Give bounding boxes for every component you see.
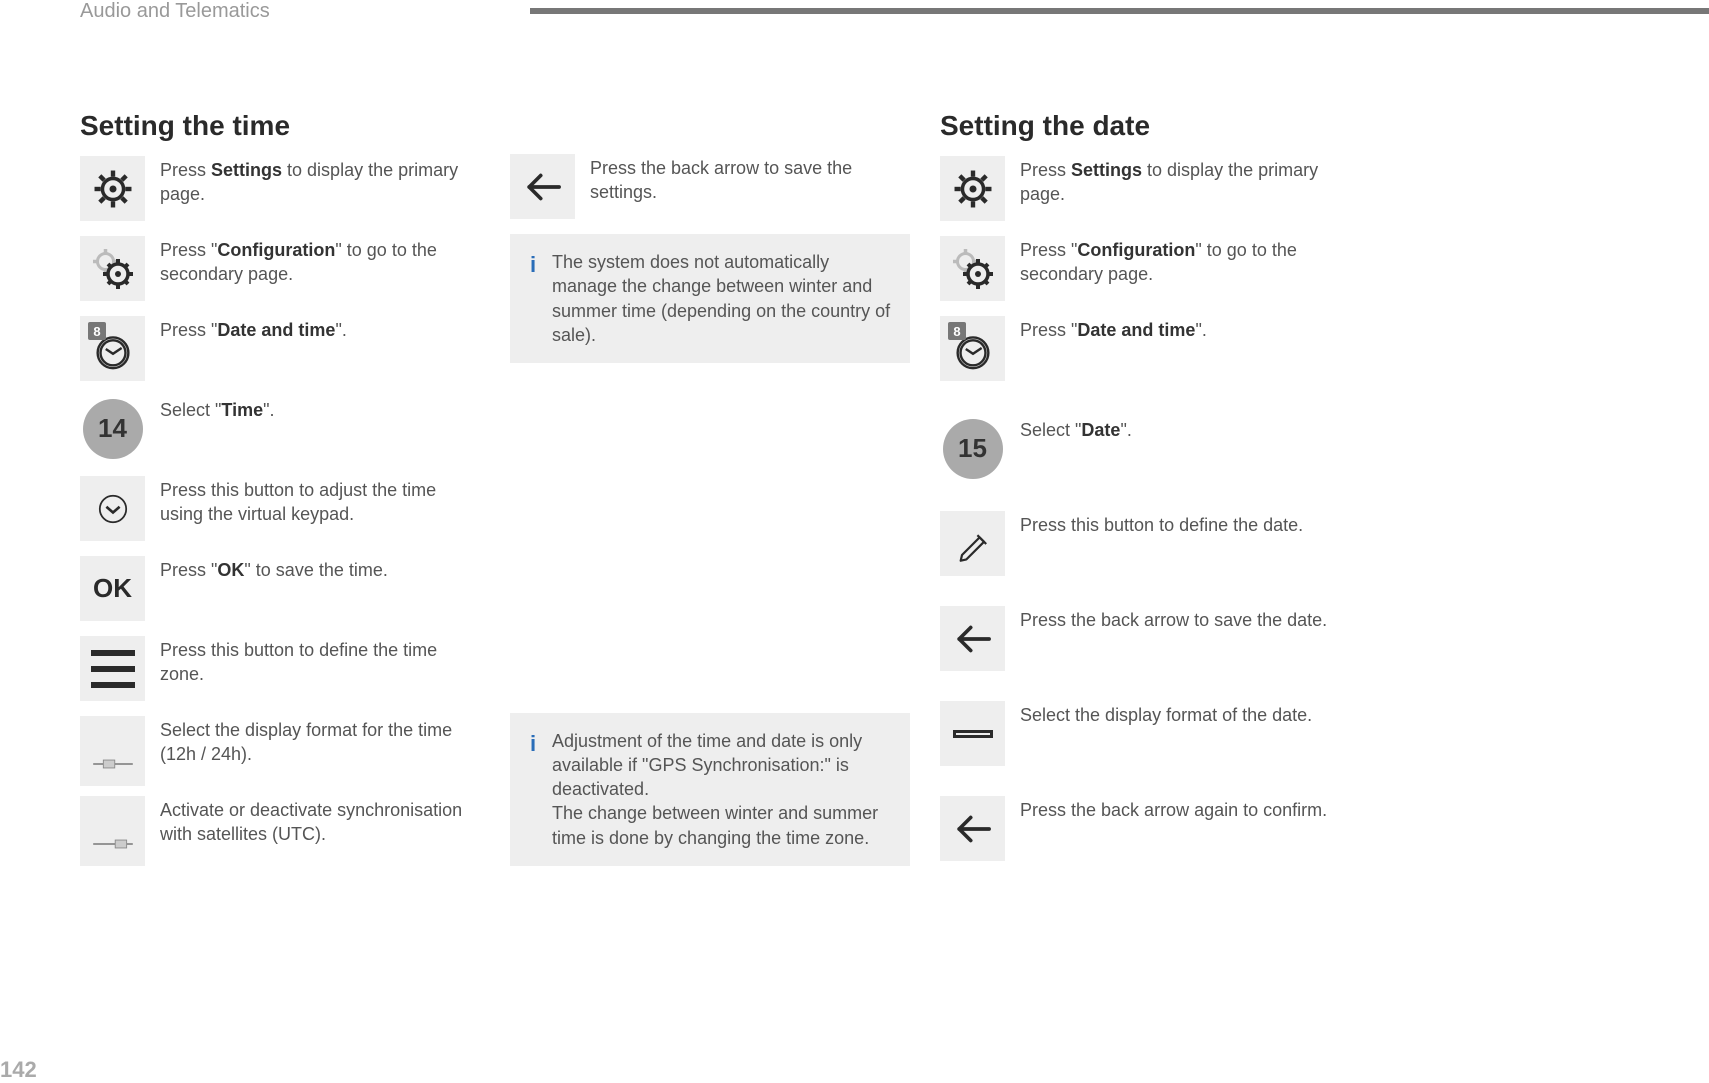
- step: Select the display format for the time (…: [80, 716, 480, 786]
- step-text: Activate or deactivate synchronisation w…: [160, 796, 480, 847]
- col-middle: Press the back arrow to save the setting…: [510, 110, 910, 876]
- step: Activate or deactivate synchronisation w…: [80, 796, 480, 866]
- badge-8: 8: [88, 322, 106, 340]
- configuration-icon: [940, 236, 1005, 301]
- info-icon: i: [528, 250, 538, 347]
- badge-8: 8: [948, 322, 966, 340]
- round-number: 14: [83, 399, 143, 459]
- step-text: Press Settings to display the primary pa…: [160, 156, 480, 207]
- step-number-icon: 15: [940, 416, 1005, 481]
- step: 14 Select "Time".: [80, 396, 480, 466]
- page: Audio and Telematics 142 Setting the tim…: [0, 0, 1709, 1083]
- step-number-icon: 14: [80, 396, 145, 461]
- step: Press this button to adjust the time usi…: [80, 476, 480, 546]
- back-arrow-icon: [940, 606, 1005, 671]
- step-text: Press this button to define the time zon…: [160, 636, 480, 687]
- ok-label: OK: [93, 573, 132, 604]
- step-text: Select the display format of the date.: [1020, 701, 1340, 727]
- format-icon: [940, 701, 1005, 766]
- step: Press this button to define the time zon…: [80, 636, 480, 706]
- back-arrow-icon: [510, 154, 575, 219]
- header-title: Audio and Telematics: [80, 0, 270, 23]
- step-text: Select the display format for the time (…: [160, 716, 480, 767]
- heading-time: Setting the time: [80, 110, 480, 142]
- step: 8 Press "Date and time".: [80, 316, 480, 386]
- step-text: Press "Date and time".: [160, 316, 480, 342]
- step: Press the back arrow to save the setting…: [510, 154, 910, 224]
- date-time-icon: 8: [940, 316, 1005, 381]
- note-text: The system does not automatically manage…: [552, 250, 892, 347]
- step: Press the back arrow to save the date.: [940, 606, 1340, 691]
- timezone-icon: [80, 636, 145, 701]
- pencil-icon: [940, 511, 1005, 576]
- step: OK Press "OK" to save the time.: [80, 556, 480, 626]
- ok-icon: OK: [80, 556, 145, 621]
- round-number: 15: [943, 419, 1003, 479]
- stack-lines-icon: [91, 636, 135, 701]
- step-text: Select "Date".: [1020, 416, 1340, 442]
- step-text: Press this button to adjust the time usi…: [160, 476, 480, 527]
- step: Press Settings to display the primary pa…: [940, 156, 1340, 226]
- settings-icon: [80, 156, 145, 221]
- step-text: Select "Time".: [160, 396, 480, 422]
- step-text: Press Settings to display the primary pa…: [1020, 156, 1340, 207]
- step: 8 Press "Date and time".: [940, 316, 1340, 406]
- step: Press "Configuration" to go to the secon…: [940, 236, 1340, 306]
- info-note: i Adjustment of the time and date is onl…: [510, 713, 910, 866]
- date-time-icon: 8: [80, 316, 145, 381]
- columns: Setting the time Press Settings to displ…: [80, 110, 1340, 876]
- heading-date: Setting the date: [940, 110, 1340, 142]
- bar-icon: [953, 730, 993, 738]
- slider-icon: [80, 716, 145, 786]
- back-arrow-icon: [940, 796, 1005, 861]
- settings-icon: [940, 156, 1005, 221]
- step-text: Press "Configuration" to go to the secon…: [1020, 236, 1340, 287]
- info-icon: i: [528, 729, 538, 850]
- step-text: Press "OK" to save the time.: [160, 556, 480, 582]
- step-text: Press "Configuration" to go to the secon…: [160, 236, 480, 287]
- info-note: i The system does not automatically mana…: [510, 234, 910, 363]
- dropdown-icon: [80, 476, 145, 541]
- step: Press "Configuration" to go to the secon…: [80, 236, 480, 306]
- step: 15 Select "Date".: [940, 416, 1340, 501]
- step: Select the display format of the date.: [940, 701, 1340, 786]
- configuration-icon: [80, 236, 145, 301]
- step-text: Press the back arrow again to confirm.: [1020, 796, 1340, 822]
- step-text: Press the back arrow to save the date.: [1020, 606, 1340, 632]
- step: Press this button to define the date.: [940, 511, 1340, 596]
- slider-icon: [80, 796, 145, 866]
- spacer: [510, 373, 910, 712]
- step: Press the back arrow again to confirm.: [940, 796, 1340, 866]
- page-number: 142: [0, 1057, 37, 1083]
- step-text: Press the back arrow to save the setting…: [590, 154, 910, 205]
- step: Press Settings to display the primary pa…: [80, 156, 480, 226]
- header-rule: [530, 8, 1709, 14]
- step-text: Press "Date and time".: [1020, 316, 1340, 342]
- col-date: Setting the date Press Settings to displ…: [940, 110, 1340, 876]
- step-text: Press this button to define the date.: [1020, 511, 1340, 537]
- note-text: Adjustment of the time and date is only …: [552, 729, 892, 850]
- col-time: Setting the time Press Settings to displ…: [80, 110, 480, 876]
